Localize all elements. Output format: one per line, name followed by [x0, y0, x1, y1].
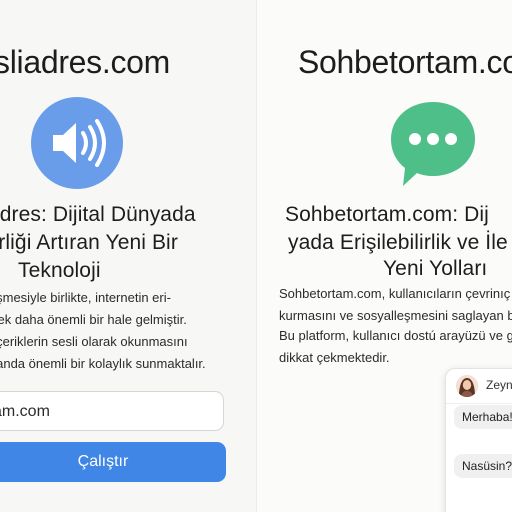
url-input-value: am.com — [0, 403, 50, 420]
left-body-line-3: ı içeriklerin sesli olarak okunmasını — [0, 334, 188, 349]
comparison-canvas: sliadres.com adres: Dijital Dünyada ilir… — [0, 0, 512, 512]
chat-widget[interactable]: Zeyne Merhaba! Nasüsin? — [445, 368, 512, 512]
chat-contact-name: Zeyne — [486, 378, 512, 392]
left-body-line-4: alanda önemli bir kolaylık sunmaktalır. — [0, 356, 206, 371]
right-body-line-1: Sohbetortam.com, kullanıcıların çevrinıç — [279, 286, 511, 301]
run-button[interactable]: Çalıştır — [0, 442, 226, 482]
avatar — [456, 375, 478, 397]
left-headline-line-3: Teknoloji — [18, 259, 101, 282]
left-headline-line-2: ilirliği Artıran Yeni Bir — [0, 231, 178, 254]
chat-header: Zeyne — [446, 369, 512, 404]
chat-message: Merhaba! — [454, 405, 512, 429]
left-page: sliadres.com adres: Dijital Dünyada ilir… — [0, 0, 256, 512]
url-input[interactable]: am.com — [0, 391, 224, 431]
speaker-icon — [31, 97, 123, 189]
right-body-line-3: Bu platform, kullanıcı dostú arayüzü ve … — [279, 328, 512, 343]
right-body-line-4: dikkat çekmektedir. — [279, 350, 390, 365]
left-site-title: sliadres.com — [0, 44, 171, 80]
right-headline-line-1: Sohbetortam.com: Dij — [285, 203, 489, 226]
right-headline-line-3: Yeni Yolları — [383, 257, 488, 280]
right-page: Sohbetortam.com Sohbetortam.com: Dij yad… — [256, 0, 512, 512]
right-headline-line-2: yada Erişilebilirlik ve İle — [288, 231, 508, 254]
left-headline-line-1: adres: Dijital Dünyada — [0, 203, 196, 226]
left-body-line-2: erek daha önemli bir hale gelmiştir. — [0, 312, 187, 327]
chat-message: Nasüsin? — [454, 454, 512, 478]
right-site-title: Sohbetortam.com — [298, 44, 512, 80]
left-body-line-1: elşmesiyle birlikte, internetin eri- — [0, 290, 171, 305]
right-body-line-2: kurmasını ve sosyalleşmesini saglayan b — [279, 308, 512, 323]
chat-bubble-icon — [385, 96, 481, 192]
